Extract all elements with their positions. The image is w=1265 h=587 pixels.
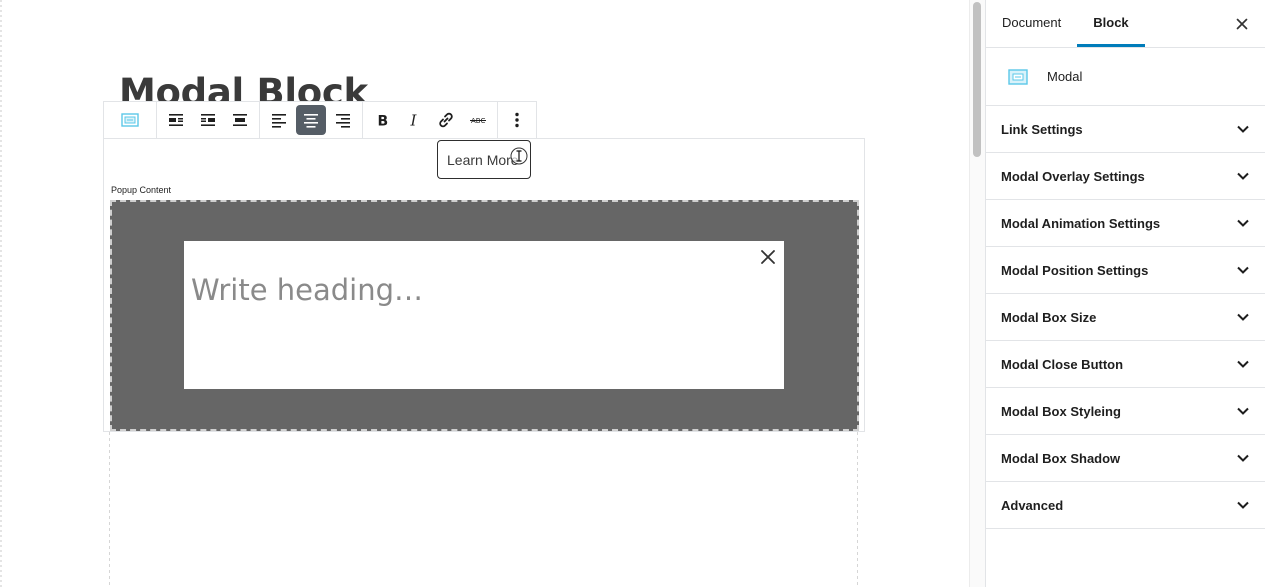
- panel-title: Modal Box Shadow: [1001, 450, 1121, 466]
- block-guide-left: [109, 432, 110, 587]
- panel-title: Modal Box Size: [1001, 309, 1097, 325]
- panel-title: Modal Position Settings: [1001, 262, 1149, 278]
- chevron-down-icon: [1237, 172, 1249, 180]
- canvas-edge: [0, 0, 2, 587]
- block-guide-right: [857, 432, 858, 587]
- chevron-down-icon: [1237, 454, 1249, 462]
- chevron-down-icon: [1237, 219, 1249, 227]
- panel-modal-animation-settings[interactable]: Modal Animation Settings: [986, 200, 1265, 247]
- chevron-down-icon: [1237, 360, 1249, 368]
- modal-box: Write heading…: [184, 241, 784, 389]
- chevron-down-icon: [1237, 266, 1249, 274]
- link-icon[interactable]: [431, 105, 461, 135]
- panel-modal-overlay-settings[interactable]: Modal Overlay Settings: [986, 153, 1265, 200]
- chevron-down-icon: [1237, 407, 1249, 415]
- toolbar-group-more: [498, 102, 536, 138]
- chevron-down-icon: [1237, 125, 1249, 133]
- text-align-left-icon[interactable]: [264, 105, 294, 135]
- more-options-icon[interactable]: [502, 105, 532, 135]
- italic-icon[interactable]: I: [399, 105, 429, 135]
- svg-text:B: B: [378, 114, 389, 130]
- block-card: Modal: [986, 48, 1265, 106]
- text-align-right-icon[interactable]: [328, 105, 358, 135]
- modal-heading-placeholder[interactable]: Write heading…: [191, 273, 423, 307]
- tab-block[interactable]: Block: [1077, 0, 1145, 47]
- settings-sidebar: Document Block Modal Link Settings Modal…: [985, 0, 1265, 587]
- text-cursor-icon: [510, 147, 528, 165]
- chevron-down-icon: [1237, 501, 1249, 509]
- panel-modal-box-size[interactable]: Modal Box Size: [986, 294, 1265, 341]
- align-wide-left-icon[interactable]: [161, 105, 191, 135]
- sidebar-tabs: Document Block: [986, 0, 1265, 48]
- bold-icon[interactable]: B: [367, 105, 397, 135]
- editor-scrollbar-thumb[interactable]: [973, 2, 981, 157]
- toolbar-group-block-type: [104, 102, 157, 138]
- modal-block-icon: [1008, 68, 1028, 85]
- panel-title: Modal Close Button: [1001, 356, 1124, 372]
- toolbar-group-format: B I ABC: [363, 102, 498, 138]
- panel-link-settings[interactable]: Link Settings: [986, 106, 1265, 153]
- toolbar-group-text-align: [260, 102, 363, 138]
- popup-content-label: Popup Content: [111, 185, 172, 195]
- chevron-down-icon: [1237, 313, 1249, 321]
- close-icon[interactable]: [758, 247, 778, 267]
- panel-modal-box-styleing[interactable]: Modal Box Styleing: [986, 388, 1265, 435]
- panel-advanced[interactable]: Advanced: [986, 482, 1265, 529]
- close-icon[interactable]: [1233, 15, 1251, 33]
- panel-title: Advanced: [1001, 497, 1064, 513]
- panel-modal-close-button[interactable]: Modal Close Button: [986, 341, 1265, 388]
- svg-text:I: I: [410, 112, 418, 130]
- block-card-title: Modal: [1047, 69, 1083, 84]
- panel-title: Modal Overlay Settings: [1001, 168, 1145, 184]
- toolbar-group-block-align: [157, 102, 260, 138]
- align-wide-right-icon[interactable]: [193, 105, 223, 135]
- tab-document[interactable]: Document: [986, 0, 1077, 47]
- text-align-center-icon[interactable]: [296, 105, 326, 135]
- panel-title: Link Settings: [1001, 121, 1083, 137]
- align-full-icon[interactable]: [225, 105, 255, 135]
- modal-block-icon[interactable]: [108, 105, 152, 135]
- panel-modal-position-settings[interactable]: Modal Position Settings: [986, 247, 1265, 294]
- strikethrough-icon[interactable]: ABC: [463, 105, 493, 135]
- panel-title: Modal Box Styleing: [1001, 403, 1121, 419]
- panel-modal-box-shadow[interactable]: Modal Box Shadow: [986, 435, 1265, 482]
- panel-title: Modal Animation Settings: [1001, 215, 1161, 231]
- editor-canvas: Modal Block B I Learn More Popup Content…: [0, 0, 969, 587]
- block-toolbar: B I ABC: [103, 101, 537, 139]
